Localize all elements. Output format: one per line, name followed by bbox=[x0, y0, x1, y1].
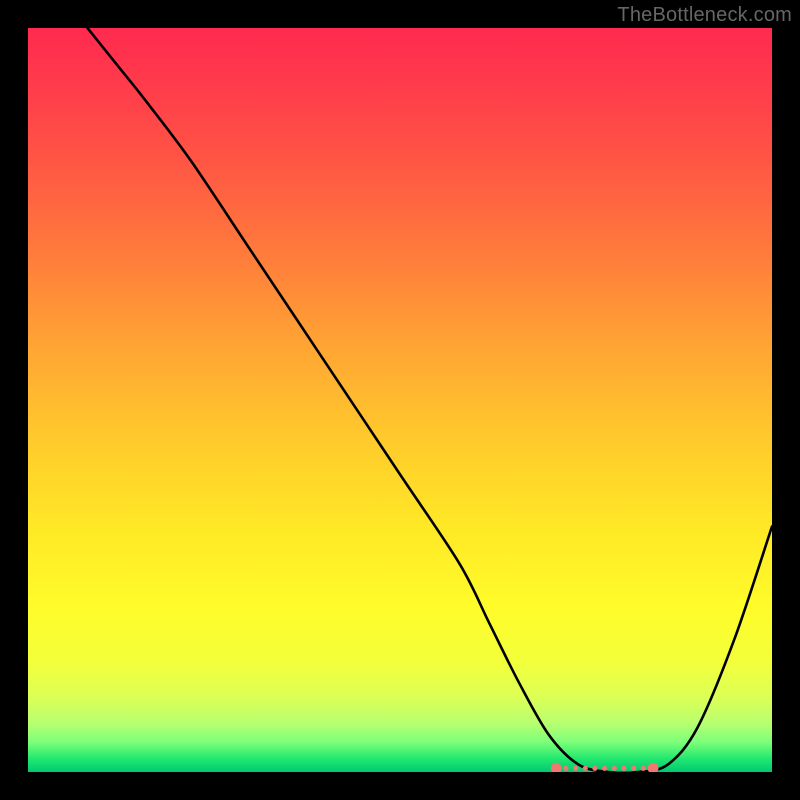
trough-dot bbox=[641, 766, 646, 771]
trough-dot bbox=[573, 766, 578, 771]
curve-layer bbox=[28, 28, 772, 772]
trough-start-dot bbox=[551, 763, 562, 772]
trough-dot bbox=[612, 766, 617, 771]
chart-frame: TheBottleneck.com bbox=[0, 0, 800, 800]
trough-dot bbox=[621, 766, 626, 771]
trough-dot bbox=[583, 766, 588, 771]
watermark-text: TheBottleneck.com bbox=[617, 4, 792, 27]
trough-dot bbox=[631, 766, 636, 771]
trough-highlight bbox=[551, 763, 659, 772]
trough-end-dot bbox=[648, 763, 659, 772]
plot-area bbox=[28, 28, 772, 772]
bottleneck-curve bbox=[88, 28, 773, 772]
trough-dot bbox=[592, 766, 597, 771]
trough-dot bbox=[563, 766, 568, 771]
trough-dot bbox=[602, 766, 607, 771]
